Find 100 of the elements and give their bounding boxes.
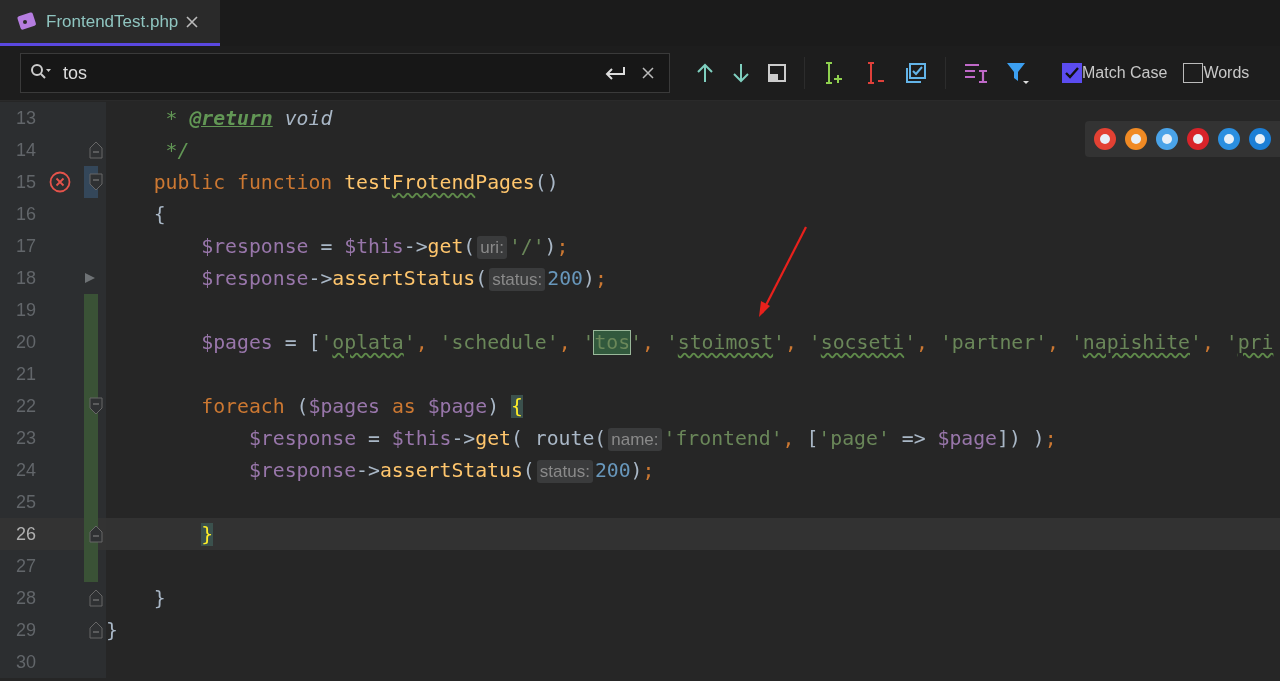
code-punctuation: () [534,170,559,194]
browser-icon[interactable] [1248,127,1272,151]
code-variable: $response [248,458,357,482]
code-punctuation: , [415,330,429,354]
code-variable: $page [937,426,997,450]
code-punctuation: [ [806,426,819,450]
code-punctuation: , [785,330,798,354]
browser-icon[interactable] [1217,127,1241,151]
fold-icon[interactable] [89,397,103,415]
arrow-up-icon[interactable] [696,63,714,83]
browser-icon[interactable] [1124,127,1148,151]
code-string: ' [403,330,416,354]
code-punctuation: ; [594,266,607,290]
code-punctuation: ) [487,394,501,418]
line-number: 20 [14,331,36,353]
error-icon[interactable] [49,171,71,193]
code-function: assertStatus [379,458,523,482]
code-punctuation: } [153,586,166,610]
code-variable: $pages [201,330,273,354]
browser-icon[interactable] [1186,127,1210,151]
code-punctuation: ( [475,266,488,290]
arrow-down-icon[interactable] [732,63,750,83]
code-punctuation: , [916,330,929,354]
code-comment: @return [189,106,273,130]
filter-icon[interactable] [1006,61,1030,85]
code-punctuation: , [1201,330,1215,354]
window-icon[interactable] [768,64,786,82]
text-lines-icon[interactable] [964,62,988,84]
code-punctuation: => [901,426,927,450]
code-punctuation: , [642,330,655,354]
checkbox-label[interactable]: Match Case [1082,64,1168,82]
parameter-hint: status: [489,267,546,291]
fold-icon[interactable] [89,621,103,639]
line-number: 28 [14,587,36,609]
line-number: 27 [14,555,36,577]
code-punctuation: , [1047,330,1060,354]
code-keyword: as [391,394,417,418]
code-punctuation: ]) ) [997,426,1045,450]
code-function: assertStatus [332,266,476,290]
code-string: ' [320,330,333,354]
file-tab[interactable]: FrontendTest.php [0,0,220,46]
line-number: 19 [14,299,36,321]
checklist-icon[interactable] [905,62,927,84]
code-string: ' [808,330,821,354]
search-field[interactable]: tos [20,53,670,93]
code-punctuation: , [782,426,796,450]
parameter-hint: name: [608,427,662,451]
browser-icon[interactable] [1155,127,1179,151]
code-keyword: public function [153,170,334,194]
code-number: 200 [594,458,631,482]
code-string: ' [582,330,595,354]
code-punctuation: { [153,202,166,226]
triangle-icon[interactable] [84,272,96,284]
line-number: 26 [14,523,36,545]
code-string: 'page' [818,426,890,450]
close-icon[interactable] [642,67,654,79]
code-string: ' [1070,330,1083,354]
code-comment: */ [165,138,190,162]
code-string: ' [904,330,917,354]
code-variable: $page [427,394,488,418]
code-punctuation: -> [356,458,380,482]
code-function: Pages [475,170,535,194]
code-punctuation: ; [1044,426,1057,450]
code-comment: * [165,106,179,130]
code-string: ' [773,330,785,354]
parameter-hint: status: [536,459,593,483]
line-number: 17 [14,235,36,257]
code-variable: $this [344,234,404,258]
line-number: 14 [14,139,36,161]
code-punctuation: ( route( [510,426,607,450]
line-number: 21 [14,363,36,385]
line-number: 30 [14,651,36,673]
checkbox[interactable] [1062,63,1082,83]
checkbox[interactable] [1183,63,1204,83]
enter-icon[interactable] [604,65,626,81]
browser-icon[interactable] [1093,127,1117,151]
fold-icon[interactable] [89,141,103,159]
code-keyword: foreach [201,394,285,418]
code-punctuation: ; [642,458,655,482]
code-function: Frotend [391,170,476,194]
checkbox-label[interactable]: Words [1203,64,1250,82]
code-variable: $response [201,234,309,258]
code-punctuation: -> [403,234,428,258]
code-punctuation: ) [630,458,643,482]
code-punctuation: = [320,234,334,258]
code-punctuation: ) [582,266,595,290]
line-number: 15 [14,171,36,193]
code-punctuation: , [558,330,572,354]
code-punctuation: ( [296,394,309,418]
close-icon[interactable] [186,15,199,28]
code-string: socseti [820,330,905,354]
code-punctuation: ) [544,234,557,258]
code-variable: $response [201,266,309,290]
text-cursor-minus-icon[interactable] [865,61,887,85]
php-file-icon [16,10,38,33]
fold-icon[interactable] [89,173,103,191]
code-function: get [475,426,511,450]
line-number: 24 [14,459,36,481]
code-punctuation: ( [522,458,535,482]
fold-icon[interactable] [89,589,103,607]
